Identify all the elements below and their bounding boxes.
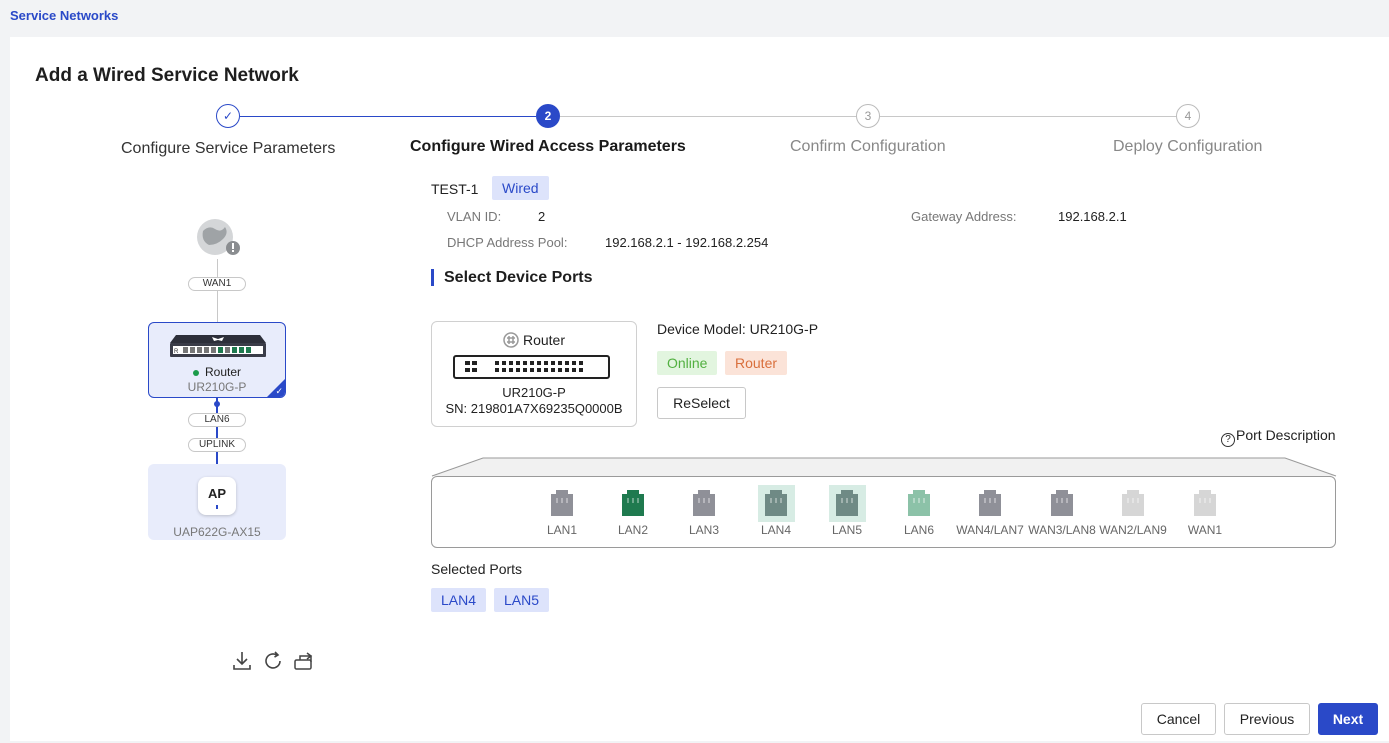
port-label: LAN2 (617, 523, 649, 537)
internet-globe-icon (197, 219, 240, 255)
device-card-header: Router (432, 332, 636, 348)
previous-button[interactable]: Previous (1224, 703, 1310, 735)
port-lan5[interactable]: LAN5 (817, 485, 877, 539)
step-3-label: Confirm Configuration (790, 138, 946, 155)
network-name: TEST-1 (431, 181, 479, 197)
uplink-line (216, 398, 218, 464)
svg-text:R: R (174, 349, 179, 355)
port-wan4-lan7[interactable]: WAN4/LAN7 (956, 487, 1024, 539)
wan-port-pill: WAN1 (188, 277, 246, 291)
step-connector-3 (880, 116, 1176, 117)
cancel-button[interactable]: Cancel (1141, 703, 1216, 735)
step-connector-1 (240, 116, 536, 117)
ethernet-port-icon (979, 490, 1001, 516)
port-wan2-lan9[interactable]: WAN2/LAN9 (1099, 487, 1167, 539)
dhcp-value: 192.168.2.1 - 192.168.2.254 (605, 235, 769, 250)
port-lan2[interactable]: LAN2 (603, 487, 663, 539)
online-status-dot (192, 369, 199, 376)
next-button[interactable]: Next (1318, 703, 1378, 735)
lan-port-pill: LAN6 (188, 413, 246, 427)
device-panel-top (431, 457, 1337, 477)
port-wan1[interactable]: WAN1 (1175, 487, 1235, 539)
ethernet-port-icon (836, 490, 858, 516)
dhcp-label: DHCP Address Pool: (447, 235, 568, 250)
uplink-port-pill: UPLINK (188, 438, 246, 452)
port-label: WAN1 (1187, 523, 1223, 537)
step-3-indicator: 3 (856, 104, 880, 128)
gateway-value: 192.168.2.1 (1058, 209, 1127, 224)
port-lan6[interactable]: LAN6 (889, 487, 949, 539)
step-connector-2 (560, 116, 856, 117)
ethernet-port-icon (693, 490, 715, 516)
wizard-card: Add a Wired Service Network ✓ 2 3 4 Conf… (10, 37, 1389, 741)
switch-view-icon[interactable] (293, 650, 315, 672)
selected-ports-label: Selected Ports (431, 561, 523, 577)
device-sn-text: SN: 219801A7X69235Q0000B (445, 401, 623, 416)
network-type-tag: Wired (492, 176, 549, 200)
port-description-link[interactable]: ? Port Description (1221, 427, 1336, 447)
selected-port-tag[interactable]: LAN4 (431, 588, 487, 612)
vlan-value: 2 (538, 209, 546, 224)
router-type-icon (503, 332, 519, 348)
router-node-name: Router (149, 365, 285, 379)
ethernet-port-icon (1194, 490, 1216, 516)
step-1-label: Configure Service Parameters (121, 140, 336, 157)
step-2-label: Configure Wired Access Parameters (410, 138, 686, 155)
download-icon[interactable] (231, 650, 253, 672)
ethernet-port-icon (1122, 490, 1144, 516)
ap-node-model: UAP622G-AX15 (173, 525, 261, 539)
link-node-dot (214, 401, 220, 407)
access-point-icon: AP (198, 477, 236, 515)
device-port-panel: LAN1 LAN2 LAN3 LAN4 LAN5 LAN6 WAN4/LAN7 WAN3/LA… (431, 476, 1336, 548)
ap-node[interactable]: AP UAP622G-AX15 (148, 464, 286, 540)
ethernet-port-icon (551, 490, 573, 516)
port-lan1[interactable]: LAN1 (532, 487, 592, 539)
device-model-text: UR210G-P (502, 385, 566, 400)
port-label: LAN4 (760, 523, 792, 537)
device-card[interactable]: Router UR210G-P SN: 219801A7X69235Q0000B (431, 321, 637, 427)
port-label: WAN3/LAN8 (1028, 523, 1096, 537)
breadcrumb[interactable]: Service Networks (10, 8, 118, 23)
router-node-model: UR210G-P (187, 380, 247, 394)
router-node[interactable]: R Router UR210G-P ✓ (148, 322, 286, 398)
port-label: LAN3 (688, 523, 720, 537)
step-2-indicator: 2 (536, 104, 560, 128)
port-label: WAN2/LAN9 (1099, 523, 1167, 537)
refresh-icon[interactable] (262, 650, 284, 672)
page-title: Add a Wired Service Network (35, 65, 299, 86)
reselect-button[interactable]: ReSelect (657, 387, 746, 419)
vlan-label: VLAN ID: (447, 209, 502, 224)
port-label: WAN4/LAN7 (956, 523, 1024, 537)
ethernet-port-icon (1051, 490, 1073, 516)
gateway-label: Gateway Address: (911, 209, 1017, 224)
port-label: LAN1 (546, 523, 578, 537)
router-front-panel-icon (453, 355, 610, 379)
selected-port-tag[interactable]: LAN5 (494, 588, 550, 612)
online-status-tag: Online (657, 351, 718, 375)
port-wan3-lan8[interactable]: WAN3/LAN8 (1028, 487, 1096, 539)
port-lan4[interactable]: LAN4 (746, 485, 806, 539)
device-role-tag: Router (725, 351, 788, 375)
section-accent-bar (431, 269, 434, 286)
port-lan3[interactable]: LAN3 (674, 487, 734, 539)
device-model-line: Device Model: UR210G-P (657, 321, 819, 337)
step-1-check-icon: ✓ (216, 104, 240, 128)
ethernet-port-icon (622, 490, 644, 516)
question-icon: ? (1221, 433, 1235, 447)
port-label: LAN6 (903, 523, 935, 537)
top-bar: Service Networks (0, 0, 1389, 36)
ethernet-port-icon (765, 490, 787, 516)
router-device-icon: R (170, 335, 266, 357)
port-label: LAN5 (831, 523, 863, 537)
step-4-label: Deploy Configuration (1113, 138, 1263, 155)
ethernet-port-icon (908, 490, 930, 516)
selected-check-icon: ✓ (275, 386, 283, 396)
section-title: Select Device Ports (444, 269, 593, 286)
step-4-indicator: 4 (1176, 104, 1200, 128)
